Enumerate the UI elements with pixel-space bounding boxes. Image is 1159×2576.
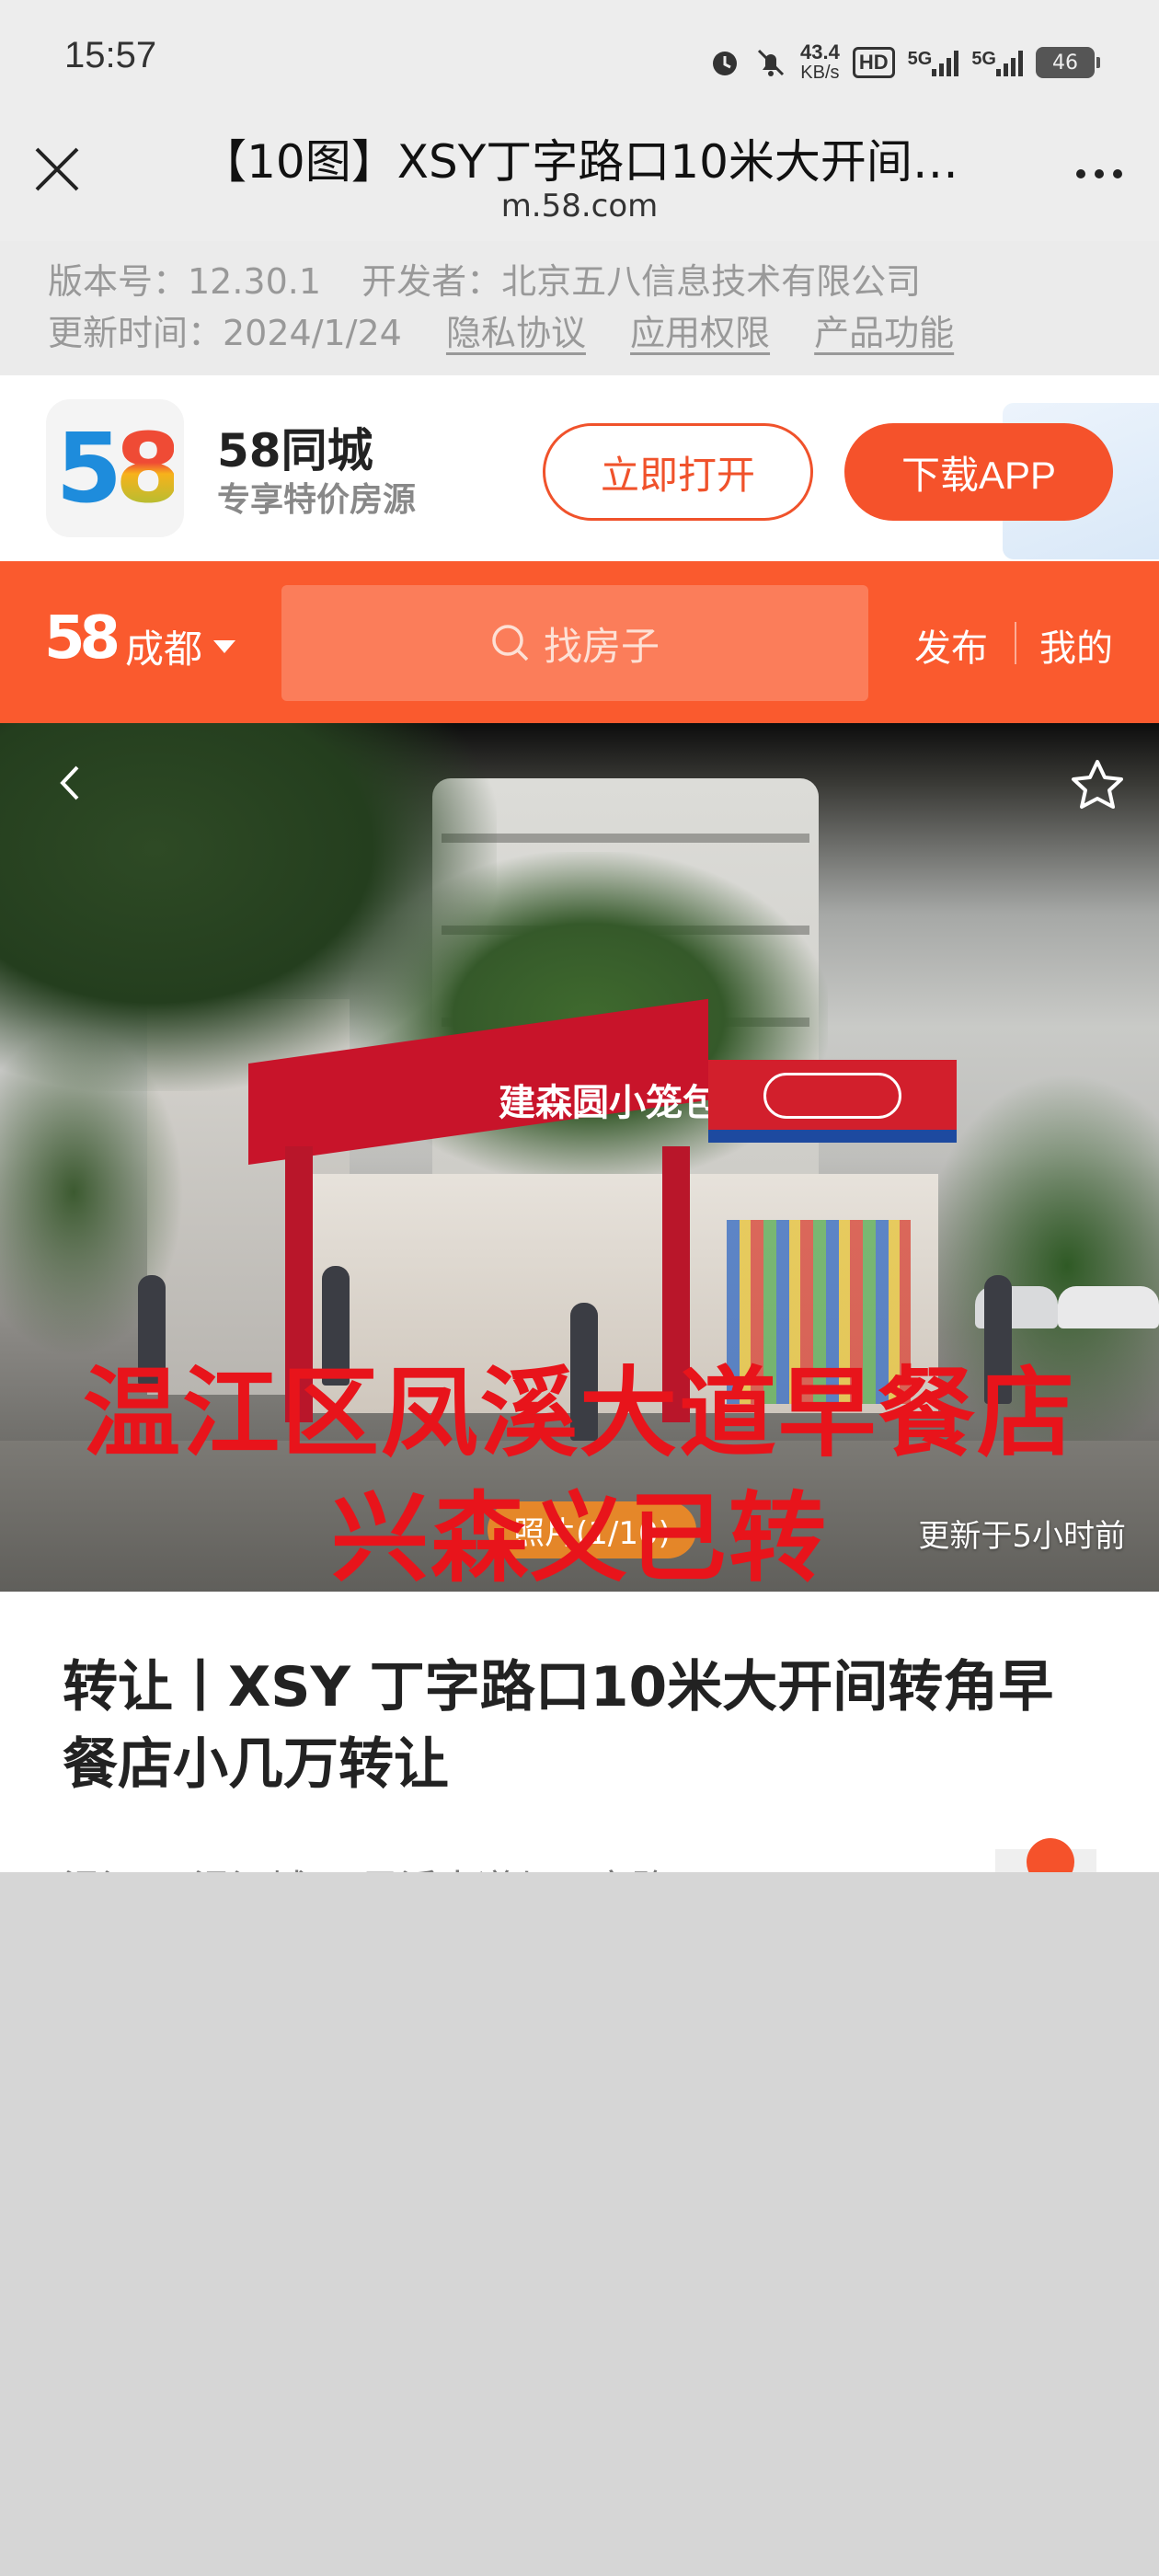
status-time: 15:57 — [64, 35, 157, 75]
logo-digit-5: 5 — [55, 412, 122, 524]
listing-content: 转让丨XSY 丁字路口10米大开间转角早餐店小几万转让 温江区-温江城区-凤溪大… — [0, 1592, 1159, 1872]
photo-building-floor — [442, 834, 809, 843]
updated-time: 更新于5小时前 — [918, 1518, 1126, 1555]
photo-shop-sign-text: 建森圆小笼包 — [499, 1082, 719, 1124]
app-logo: 58 — [46, 399, 184, 537]
app-info-row-1: 版本号：12.30.1 开发者：北京五八信息技术有限公司 — [48, 256, 1111, 307]
site-nav-bar: 58 成都 找房子 发布 我的 — [0, 561, 1159, 723]
search-box[interactable]: 找房子 — [281, 585, 868, 701]
brand-name: 58同城 — [217, 424, 373, 477]
signal-5g-icon-2: 5G — [971, 49, 1023, 76]
back-button[interactable] — [48, 760, 94, 806]
chevron-down-icon — [213, 639, 236, 653]
browser-title-bar: 【10图】XSY丁字路口10米大开间… m.58.com — [0, 118, 1159, 241]
more-dot-icon — [1113, 169, 1122, 178]
photo-store-sign — [708, 1060, 957, 1143]
city-selector[interactable]: 成都 — [125, 618, 236, 674]
photo-overlay-line-1: 温江区凤溪大道早餐店 — [83, 1357, 1076, 1470]
network-speed: 43.4 KB/s — [800, 40, 840, 84]
signal-5g-icon: 5G — [908, 49, 959, 76]
app-developer: 开发者：北京五八信息技术有限公司 — [361, 261, 922, 302]
app-version: 版本号：12.30.1 — [48, 261, 322, 302]
alarm-icon — [708, 46, 741, 79]
star-icon — [1072, 760, 1123, 809]
close-button[interactable] — [33, 145, 81, 193]
nav-logo[interactable]: 58 — [44, 609, 120, 668]
features-link[interactable]: 产品功能 — [814, 313, 954, 353]
net-speed-value: 43.4 — [800, 40, 840, 63]
net-speed-unit: KB/s — [800, 63, 840, 83]
close-icon — [35, 147, 79, 191]
app-info-row-2: 更新时间：2024/1/24 隐私协议 应用权限 产品功能 — [48, 307, 1111, 359]
permissions-link[interactable]: 应用权限 — [630, 313, 770, 353]
download-app-button[interactable]: 下载APP — [844, 423, 1113, 521]
more-dot-icon — [1095, 169, 1104, 178]
mute-bell-icon — [754, 46, 787, 79]
page-url: m.58.com — [500, 188, 659, 224]
logo-digit-8: 8 — [115, 412, 181, 524]
page-title: 【10图】XSY丁字路口10米大开间… — [201, 135, 958, 189]
app-info-banner: 版本号：12.30.1 开发者：北京五八信息技术有限公司 更新时间：2024/1… — [0, 241, 1159, 375]
chevron-left-icon — [60, 765, 79, 800]
city-label: 成都 — [125, 627, 203, 672]
listing-photo-carousel[interactable]: 建森圆小笼包 照片(1/10) 温江区凤溪大道早餐店 兴森义已转 更新于5小时前 — [0, 723, 1159, 1592]
listing-location[interactable]: 温江区-温江城区-凤溪大道与丁字路口 — [63, 1858, 708, 1872]
listing-title: 转让丨XSY 丁字路口10米大开间转角早餐店小几万转让 — [63, 1655, 1054, 1797]
favorite-button[interactable] — [1067, 756, 1128, 817]
publish-link[interactable]: 发布 — [914, 618, 988, 672]
hd-icon: HD — [852, 47, 895, 78]
search-placeholder: 找房子 — [543, 623, 660, 669]
more-options-button[interactable] — [1076, 169, 1122, 178]
search-icon — [492, 625, 529, 661]
photo-car — [1058, 1286, 1159, 1328]
signal-5g-label: 5G — [907, 49, 933, 69]
app-promo-bar: 58 58同城 专享特价房源 立即打开 下载APP — [0, 375, 1159, 561]
more-dot-icon — [1076, 169, 1085, 178]
app-updated: 更新时间：2024/1/24 — [48, 313, 402, 353]
nav-divider — [1015, 622, 1016, 664]
status-bar: 15:57 43.4 KB/s HD 5G 5G 46 — [0, 0, 1159, 118]
brand-slogan: 专享特价房源 — [217, 481, 417, 519]
mine-link[interactable]: 我的 — [1039, 618, 1113, 672]
page-dim-overlay — [0, 1872, 1159, 2576]
privacy-link[interactable]: 隐私协议 — [446, 313, 586, 353]
signal-5g-label-2: 5G — [971, 49, 996, 69]
open-app-button[interactable]: 立即打开 — [543, 423, 813, 521]
battery-icon: 46 — [1036, 47, 1100, 78]
status-icons: 43.4 KB/s HD 5G 5G 46 — [708, 37, 1100, 88]
